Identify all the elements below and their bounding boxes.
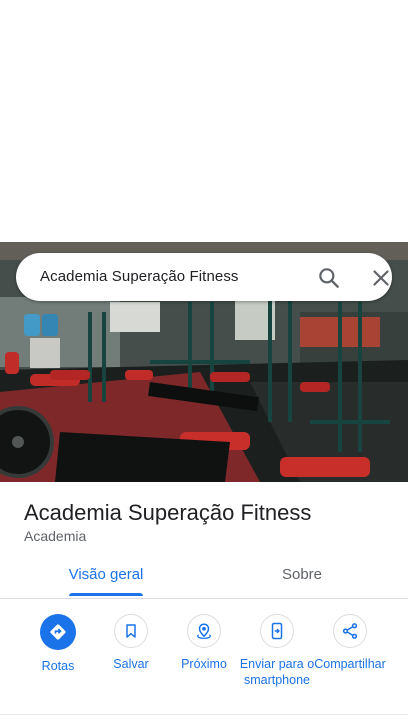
place-title: Academia Superação Fitness [24,500,312,525]
save-button[interactable]: Salvar [93,614,169,672]
blank-top-area [0,0,408,242]
bookmark-icon [114,614,148,648]
save-label: Salvar [113,657,149,671]
send-to-phone-label: Enviar para o smartphone [239,657,315,687]
search-icon[interactable] [316,265,342,291]
place-category[interactable]: Academia [24,528,86,544]
tab-overview[interactable]: Visão geral [56,556,156,596]
directions-button[interactable]: Rotas [20,614,96,674]
search-query[interactable]: Academia Superação Fitness [40,268,239,285]
close-icon[interactable] [368,265,394,291]
tab-bar: Visão geral Sobre [0,556,408,598]
nearby-label: Próximo [181,657,227,671]
share-label: Compartilhar [314,657,386,671]
share-icon [333,614,367,648]
send-to-phone-icon [260,614,294,648]
directions-label: Rotas [41,659,75,673]
share-button[interactable]: Compartilhar [312,614,388,672]
send-to-phone-button[interactable]: Enviar para o smartphone [239,614,315,688]
search-bar[interactable]: Academia Superação Fitness [16,253,392,301]
bottom-divider [0,714,408,715]
tabs-divider [0,598,408,599]
directions-icon [40,614,76,650]
active-tab-indicator [69,593,143,596]
nearby-button[interactable]: Próximo [166,614,242,672]
tab-about[interactable]: Sobre [252,556,352,596]
nearby-icon [187,614,221,648]
